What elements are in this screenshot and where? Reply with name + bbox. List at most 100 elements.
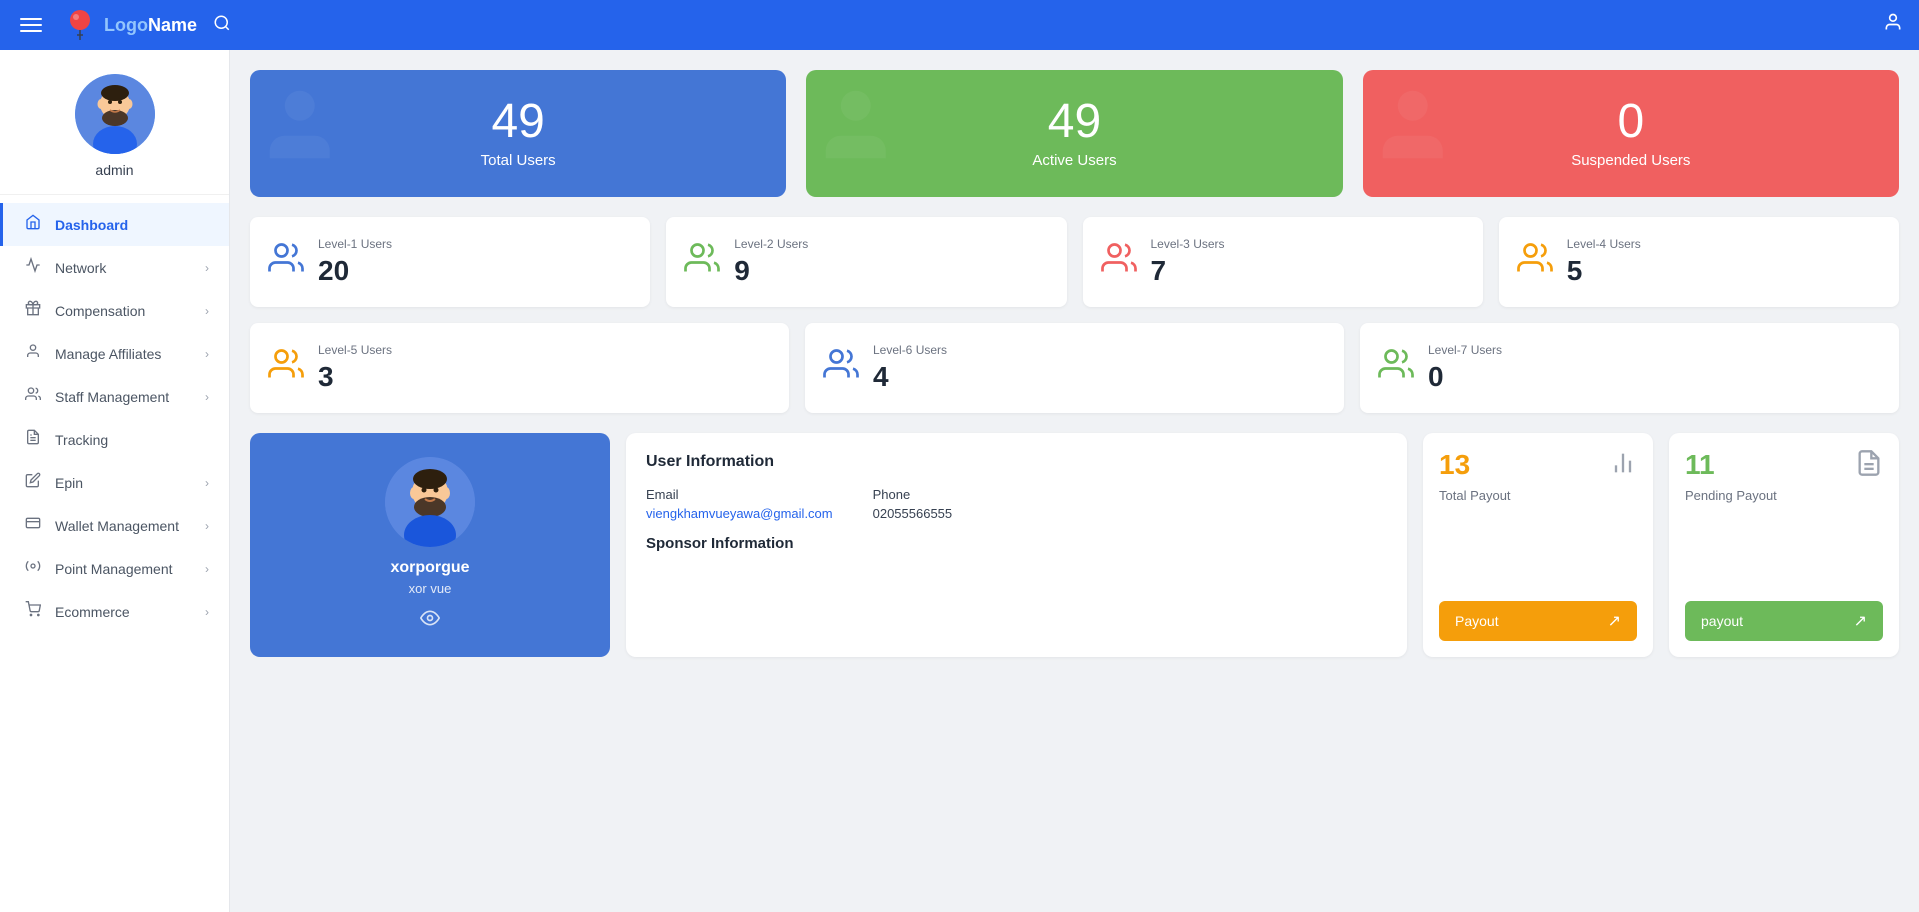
- user-account-button[interactable]: [1883, 12, 1903, 38]
- user-info-title: User Information: [646, 453, 1387, 471]
- active-users-number: 49: [1048, 98, 1101, 146]
- compensation-icon: [23, 300, 43, 321]
- staff-icon: [23, 386, 43, 407]
- level-2-card: Level-2 Users 9: [666, 217, 1066, 307]
- level-6-title: Level-6 Users: [873, 343, 947, 357]
- level-4-icon: [1517, 240, 1553, 284]
- level-3-count: 7: [1151, 255, 1225, 287]
- sidebar-item-wallet-management[interactable]: Wallet Management ›: [0, 504, 229, 547]
- bg-person-icon-green: [822, 79, 912, 188]
- profile-avatar: [385, 457, 475, 547]
- level-7-icon: [1378, 346, 1414, 390]
- chevron-icon: ›: [205, 261, 209, 275]
- level-4-card: Level-4 Users 5: [1499, 217, 1899, 307]
- wallet-management-label: Wallet Management: [55, 518, 193, 534]
- bg-person-icon-red: [1379, 79, 1469, 188]
- email-col: Email viengkhamvueyawa@gmail.com: [646, 487, 833, 521]
- content-area: 49 Total Users 49 Active Users 0: [230, 50, 1919, 912]
- top-stat-cards: 49 Total Users 49 Active Users 0: [250, 70, 1899, 197]
- sidebar-item-ecommerce[interactable]: Ecommerce ›: [0, 590, 229, 633]
- sidebar-item-dashboard[interactable]: Dashboard: [0, 203, 229, 246]
- pending-payout-button[interactable]: payout ↗: [1685, 601, 1883, 641]
- email-value: viengkhamvueyawa@gmail.com: [646, 506, 833, 521]
- user-profile-card: xorporgue xor vue: [250, 433, 610, 657]
- level-6-card: Level-6 Users 4: [805, 323, 1344, 413]
- suspended-users-label: Suspended Users: [1571, 152, 1690, 169]
- arrow-icon-green: ↗: [1854, 611, 1867, 631]
- hamburger-button[interactable]: [16, 14, 46, 36]
- level-7-info: Level-7 Users 0: [1428, 343, 1502, 393]
- sidebar-item-epin[interactable]: Epin ›: [0, 461, 229, 504]
- chevron-icon: ›: [205, 304, 209, 318]
- document-icon: [1855, 449, 1883, 484]
- wallet-icon: [23, 515, 43, 536]
- level-3-card: Level-3 Users 7: [1083, 217, 1483, 307]
- topbar-left: LogoName: [16, 7, 231, 43]
- dashboard-label: Dashboard: [55, 217, 209, 233]
- total-payout-card: 13 Total Payout Payout ↗: [1423, 433, 1653, 657]
- level-2-title: Level-2 Users: [734, 237, 808, 251]
- total-payout-header: 13: [1439, 449, 1637, 484]
- tracking-icon: [23, 429, 43, 450]
- topbar-right: [1883, 12, 1903, 38]
- level-cards-row2: Level-5 Users 3 Level-6 Users 4: [250, 323, 1899, 413]
- level-4-info: Level-4 Users 5: [1567, 237, 1641, 287]
- level-5-card: Level-5 Users 3: [250, 323, 789, 413]
- home-icon: [23, 214, 43, 235]
- level-6-icon: [823, 346, 859, 390]
- logo: LogoName: [62, 7, 197, 43]
- epin-icon: [23, 472, 43, 493]
- level-2-count: 9: [734, 255, 808, 287]
- sidebar-item-compensation[interactable]: Compensation ›: [0, 289, 229, 332]
- pending-payout-number: 11: [1685, 449, 1715, 481]
- level-2-icon: [684, 240, 720, 284]
- level-7-card: Level-7 Users 0: [1360, 323, 1899, 413]
- main-layout: admin Dashboard Network ›: [0, 50, 1919, 912]
- contact-info-row: Email viengkhamvueyawa@gmail.com Phone 0…: [646, 487, 1387, 521]
- point-icon: [23, 558, 43, 579]
- total-payout-number: 13: [1439, 449, 1470, 481]
- search-button[interactable]: [213, 14, 231, 37]
- level-3-title: Level-3 Users: [1151, 237, 1225, 251]
- phone-label: Phone: [873, 487, 953, 502]
- total-payout-btn-label: Payout: [1455, 613, 1499, 629]
- level-5-count: 3: [318, 361, 392, 393]
- total-payout-label: Total Payout: [1439, 488, 1637, 503]
- phone-value: 02055566555: [873, 506, 953, 521]
- sidebar: admin Dashboard Network ›: [0, 50, 230, 912]
- sidebar-item-network[interactable]: Network ›: [0, 246, 229, 289]
- staff-management-label: Staff Management: [55, 389, 193, 405]
- sidebar-item-manage-affiliates[interactable]: Manage Affiliates ›: [0, 332, 229, 375]
- topbar: LogoName: [0, 0, 1919, 50]
- sidebar-item-point-management[interactable]: Point Management ›: [0, 547, 229, 590]
- ecommerce-icon: [23, 601, 43, 622]
- level-4-count: 5: [1567, 255, 1641, 287]
- sponsor-title: Sponsor Information: [646, 535, 1387, 552]
- sidebar-item-tracking[interactable]: Tracking: [0, 418, 229, 461]
- level-2-info: Level-2 Users 9: [734, 237, 808, 287]
- point-management-label: Point Management: [55, 561, 193, 577]
- level-6-info: Level-6 Users 4: [873, 343, 947, 393]
- bar-chart-icon: [1609, 449, 1637, 484]
- network-label: Network: [55, 260, 193, 276]
- manage-affiliates-icon: [23, 343, 43, 364]
- total-payout-button[interactable]: Payout ↗: [1439, 601, 1637, 641]
- level-cards-row1: Level-1 Users 20 Level-2 Users 9: [250, 217, 1899, 307]
- pending-payout-btn-label: payout: [1701, 613, 1743, 629]
- bg-person-icon: [266, 79, 356, 188]
- profile-sub: xor vue: [409, 581, 452, 596]
- bottom-section: xorporgue xor vue User Information Email…: [250, 433, 1899, 657]
- logo-text: LogoName: [104, 15, 197, 36]
- level-5-title: Level-5 Users: [318, 343, 392, 357]
- view-profile-button[interactable]: [420, 608, 440, 633]
- level-1-info: Level-1 Users 20: [318, 237, 392, 287]
- level-1-icon: [268, 240, 304, 284]
- level-5-info: Level-5 Users 3: [318, 343, 392, 393]
- pending-payout-card: 11 Pending Payout payout ↗: [1669, 433, 1899, 657]
- pending-payout-header: 11: [1685, 449, 1883, 484]
- level-4-title: Level-4 Users: [1567, 237, 1641, 251]
- level-3-icon: [1101, 240, 1137, 284]
- sidebar-item-staff-management[interactable]: Staff Management ›: [0, 375, 229, 418]
- level-7-title: Level-7 Users: [1428, 343, 1502, 357]
- active-users-card: 49 Active Users: [806, 70, 1342, 197]
